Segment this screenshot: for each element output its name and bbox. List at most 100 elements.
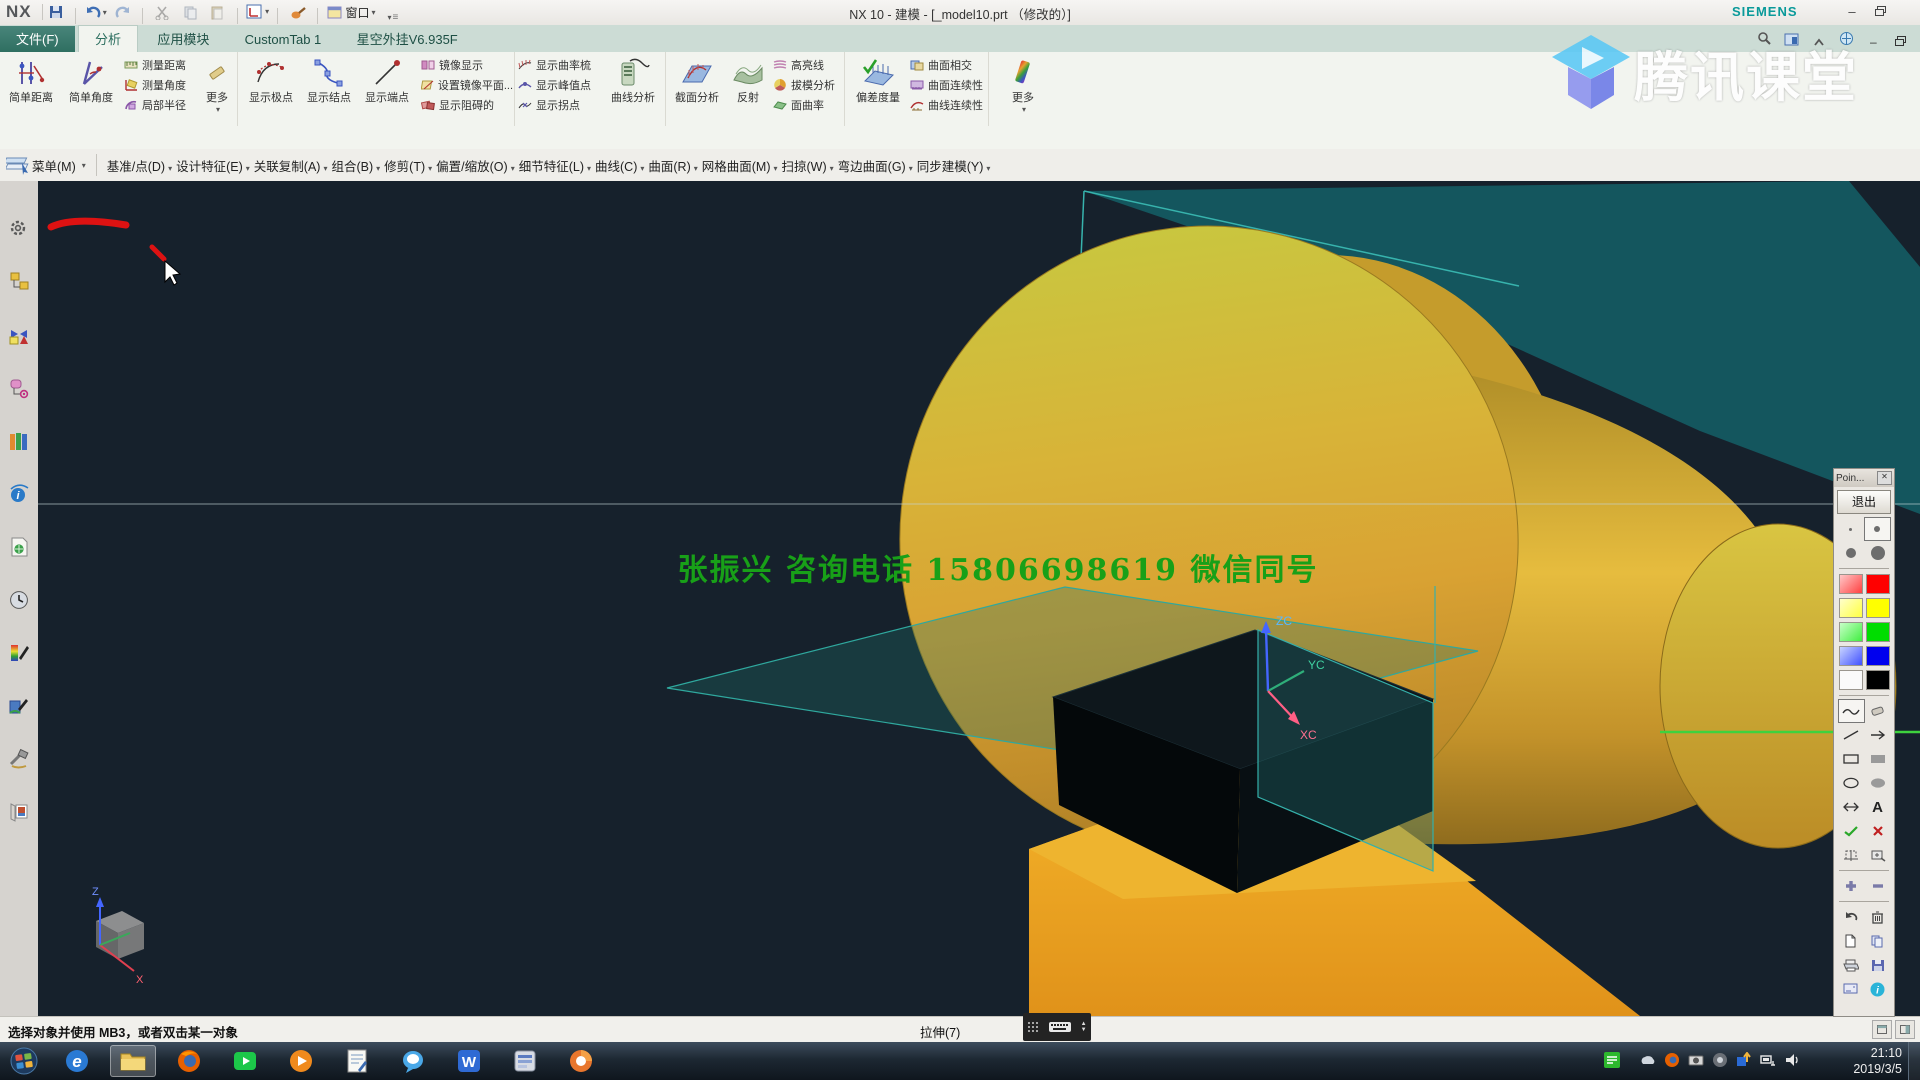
start-button[interactable]: [2, 1045, 46, 1077]
minimize-ribbon-icon[interactable]: [1807, 33, 1831, 51]
reuse-library-icon[interactable]: [8, 430, 30, 452]
history-icon[interactable]: [8, 589, 30, 611]
tab-file[interactable]: 文件(F): [0, 26, 75, 53]
tool-eraser[interactable]: [1866, 700, 1891, 722]
btn-section-analysis[interactable]: 截面分析: [669, 54, 725, 122]
btn-highlight-lines[interactable]: 高亮线: [773, 56, 841, 74]
internet-explorer-icon[interactable]: i: [8, 483, 30, 505]
menu-detail-feature[interactable]: 细节特征(L)▾: [519, 156, 591, 175]
constraint-navigator-icon[interactable]: [8, 324, 30, 346]
tool-filled-ellipse[interactable]: [1865, 772, 1890, 794]
tray-app-icon[interactable]: [1710, 1051, 1730, 1069]
btn-mirror-display[interactable]: 镜像显示: [421, 56, 513, 74]
color-light-yellow[interactable]: [1839, 598, 1863, 618]
btn-deviation-gauge[interactable]: 偏差度量: [848, 54, 908, 122]
color-palette-icon[interactable]: [8, 642, 30, 664]
btn-set-mirror-plane[interactable]: 设置镜像平面...: [421, 76, 513, 94]
tool-confirm[interactable]: [1838, 820, 1863, 842]
btn-surface-continuity[interactable]: 曲面连续性: [910, 76, 986, 94]
annotation-panel-titlebar[interactable]: Poin... ✕: [1834, 469, 1894, 487]
btn-curve-analysis[interactable]: 曲线分析: [604, 54, 662, 122]
tool-double-arrow[interactable]: [1838, 796, 1863, 818]
tool-info[interactable]: i: [1865, 978, 1890, 1000]
pen-size-1[interactable]: [1838, 518, 1863, 540]
btn-peak-points[interactable]: 显示峰值点: [518, 76, 602, 94]
tool-new-page[interactable]: [1838, 930, 1863, 952]
command-finder-icon[interactable]: [1752, 29, 1776, 47]
tool-zoom-out[interactable]: [1865, 875, 1890, 897]
tool-zoom-region[interactable]: [1865, 844, 1890, 866]
tool-freehand[interactable]: [1838, 699, 1865, 723]
tab-application-modules[interactable]: 应用模块: [141, 26, 225, 53]
btn-measure-distance[interactable]: 测量距离: [124, 56, 200, 74]
status-dock-icon[interactable]: [1872, 1020, 1892, 1039]
view-triad-cube[interactable]: Z X: [92, 886, 144, 986]
minimize-button[interactable]: –: [1838, 3, 1866, 21]
child-restore-button[interactable]: [1889, 32, 1913, 50]
image-panel-icon[interactable]: [8, 801, 30, 823]
btn-local-radius[interactable]: 局部半径: [124, 96, 200, 114]
color-green[interactable]: [1866, 622, 1890, 642]
tool-zoom-in[interactable]: [1838, 875, 1863, 897]
menu-surface[interactable]: 曲面(R)▾: [648, 156, 697, 175]
taskbar-firefox-icon[interactable]: [166, 1045, 212, 1077]
help-icon[interactable]: [1834, 29, 1858, 47]
btn-curve-continuity[interactable]: 曲线连续性: [910, 96, 986, 114]
color-white[interactable]: [1839, 670, 1863, 690]
tab-plugin[interactable]: 星空外挂V6.935F: [341, 26, 474, 53]
window-layout-icon[interactable]: [1779, 30, 1803, 48]
assembly-navigator-icon[interactable]: [8, 271, 30, 293]
btn-measure-angle[interactable]: 测量角度: [124, 76, 200, 94]
restore-button[interactable]: [1866, 2, 1894, 20]
show-desktop-button[interactable]: [1908, 1042, 1920, 1080]
roles-gear-icon[interactable]: [8, 218, 30, 240]
taskbar-chat-icon[interactable]: [390, 1045, 436, 1077]
pen-size-2[interactable]: [1864, 517, 1891, 541]
btn-more-tools[interactable]: 更多▾: [998, 54, 1048, 122]
viewport-canvas[interactable]: ZC YC XC Z X 张振兴 咨询电话 15806698619 微信同号: [38, 181, 1920, 1016]
btn-show-knots[interactable]: 显示结点: [301, 54, 357, 122]
tool-text[interactable]: A: [1865, 796, 1890, 818]
tool-message[interactable]: [1838, 978, 1863, 1000]
tool-rectangle[interactable]: [1838, 748, 1863, 770]
tab-analysis[interactable]: 分析: [78, 25, 138, 52]
taskbar-iqiyi-icon[interactable]: [222, 1045, 268, 1077]
pen-size-3[interactable]: [1838, 542, 1863, 564]
menu-flange-surface[interactable]: 弯边曲面(G)▾: [838, 156, 913, 175]
tray-network-icon[interactable]: [1758, 1051, 1778, 1069]
tray-ime-icon[interactable]: [1602, 1051, 1622, 1069]
taskbar-browser-icon[interactable]: [558, 1045, 604, 1077]
btn-show-poles[interactable]: 显示极点: [243, 54, 299, 122]
btn-simple-angle[interactable]: 简单角度: [62, 54, 120, 122]
menu-mesh-surface[interactable]: 网格曲面(M)▾: [702, 156, 778, 175]
taskbar-office-icon[interactable]: [502, 1045, 548, 1077]
color-yellow[interactable]: [1866, 598, 1890, 618]
color-red[interactable]: [1866, 574, 1890, 594]
btn-inflection-points[interactable]: 显示拐点: [518, 96, 602, 114]
btn-simple-distance[interactable]: 简单距离: [2, 54, 60, 122]
menu-button[interactable]: 菜单(M)▾: [6, 155, 86, 175]
color-blue[interactable]: [1866, 646, 1890, 666]
tool-undo[interactable]: [1838, 906, 1863, 928]
btn-show-endpoints[interactable]: 显示端点: [359, 54, 415, 122]
tray-firefox-icon[interactable]: [1662, 1051, 1682, 1069]
color-light-green[interactable]: [1839, 622, 1863, 642]
btn-surface-intersection[interactable]: 曲面相交: [910, 56, 986, 74]
taskbar-ie-icon[interactable]: e: [54, 1045, 100, 1077]
tools-icon[interactable]: [8, 748, 30, 770]
tool-filled-rectangle[interactable]: [1865, 748, 1890, 770]
taskbar-wps-icon[interactable]: W: [446, 1045, 492, 1077]
tool-arrow[interactable]: [1865, 724, 1890, 746]
tray-capture-icon[interactable]: [1686, 1051, 1706, 1069]
tool-cancel[interactable]: [1865, 820, 1890, 842]
tool-line[interactable]: [1838, 724, 1863, 746]
tool-save[interactable]: [1865, 954, 1890, 976]
btn-reflection[interactable]: 反射: [727, 54, 769, 122]
tool-print[interactable]: [1838, 954, 1863, 976]
exit-button[interactable]: 退出: [1837, 490, 1891, 514]
taskbar-clock[interactable]: 21:10 2019/3/5: [1822, 1045, 1902, 1077]
part-navigator-icon[interactable]: [8, 377, 30, 399]
menu-curve[interactable]: 曲线(C)▾: [595, 156, 644, 175]
menu-trim[interactable]: 修剪(T)▾: [384, 156, 432, 175]
tray-volume-icon[interactable]: [1782, 1051, 1802, 1069]
